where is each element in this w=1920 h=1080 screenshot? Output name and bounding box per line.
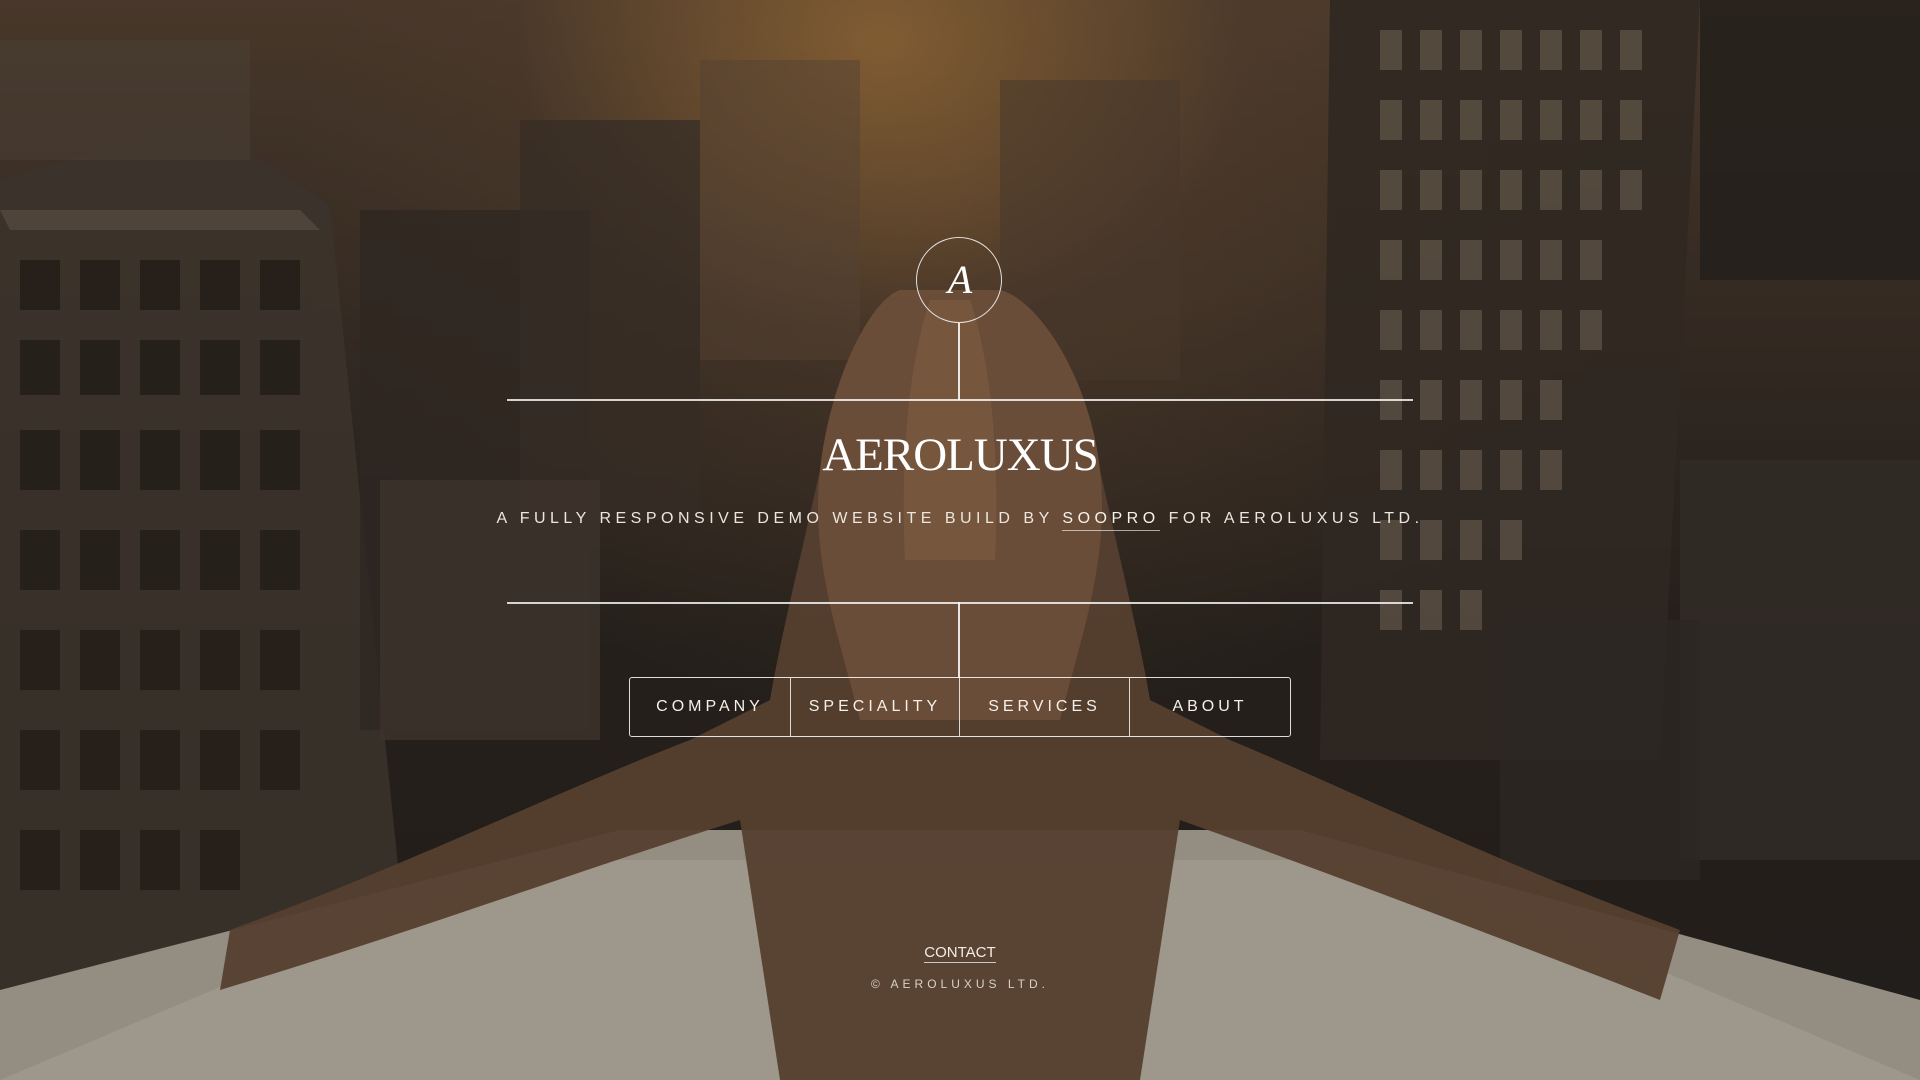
brand-logo[interactable]: A (916, 237, 1002, 323)
site-title: AEROLUXUS (822, 429, 1099, 481)
logo-monogram-icon: A (947, 257, 973, 302)
divider-horizontal-top (507, 399, 1413, 401)
footer-contact: CONTACT (0, 944, 1920, 963)
soopro-link[interactable]: SOOPRO (1062, 510, 1160, 531)
main-navigation: COMPANY SPECIALITY SERVICES ABOUT (629, 677, 1291, 737)
nav-item-company[interactable]: COMPANY (630, 678, 791, 736)
contact-link[interactable]: CONTACT (924, 944, 996, 963)
divider-vertical-bottom (958, 602, 960, 678)
nav-item-about[interactable]: ABOUT (1130, 678, 1290, 736)
landing-page: A AEROLUXUS A FULLY RESPONSIVE DEMO WEBS… (0, 0, 1920, 1080)
copyright-text: © AEROLUXUS LTD. (871, 977, 1049, 991)
tagline-prefix: A FULLY RESPONSIVE DEMO WEBSITE BUILD BY (496, 510, 1063, 527)
divider-horizontal-bottom (507, 602, 1413, 604)
site-tagline: A FULLY RESPONSIVE DEMO WEBSITE BUILD BY… (0, 510, 1920, 531)
nav-item-services[interactable]: SERVICES (960, 678, 1130, 736)
background-overlay (0, 0, 1920, 1080)
nav-item-speciality[interactable]: SPECIALITY (791, 678, 960, 736)
divider-vertical-top (958, 323, 960, 400)
tagline-suffix: FOR AEROLUXUS LTD. (1159, 510, 1424, 527)
